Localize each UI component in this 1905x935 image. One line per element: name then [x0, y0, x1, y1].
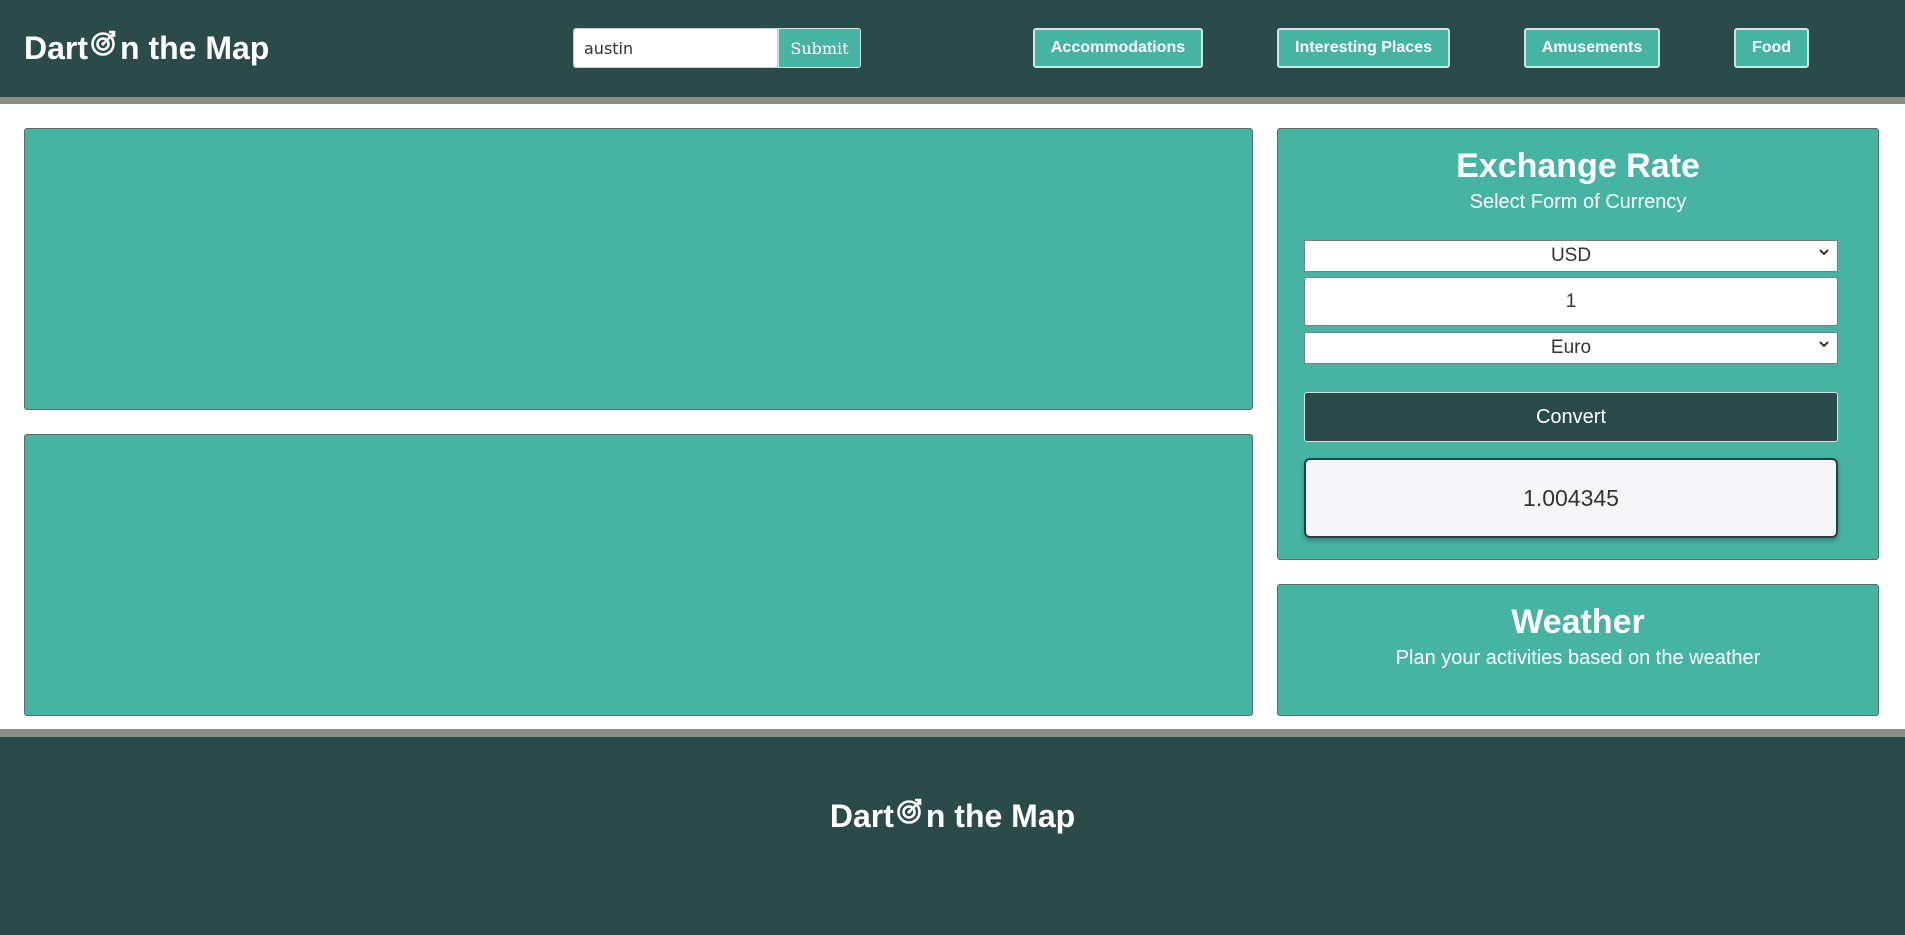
- weather-subtitle: Plan your activities based on the weathe…: [1395, 647, 1761, 669]
- food-button[interactable]: Food: [1734, 28, 1809, 68]
- submit-button[interactable]: Submit: [778, 28, 861, 68]
- from-currency-value: USD: [1550, 245, 1592, 266]
- accommodations-button[interactable]: Accommodations: [1033, 28, 1203, 68]
- city-search-input[interactable]: [573, 28, 778, 68]
- brand-prefix: Dart: [24, 30, 89, 66]
- interesting-places-button[interactable]: Interesting Places: [1277, 28, 1450, 68]
- weather-panel: Weather Plan your activities based on th…: [1277, 584, 1879, 716]
- results-panel-bottom: [24, 434, 1253, 716]
- brand-suffix: n the Map: [120, 30, 270, 66]
- brand-logo[interactable]: Dart n the Map: [24, 30, 269, 67]
- exchange-rate-title: Exchange Rate: [1456, 147, 1700, 185]
- conversion-result: 1.004345: [1304, 458, 1838, 538]
- weather-title: Weather: [1511, 603, 1645, 641]
- chevron-down-icon: [1819, 249, 1829, 256]
- exchange-rate-subtitle: Select Form of Currency: [1469, 191, 1687, 213]
- chevron-down-icon: [1819, 341, 1829, 348]
- amusements-button[interactable]: Amusements: [1524, 28, 1660, 68]
- header: Dart n the Map Submit Accommodations Int…: [0, 0, 1905, 97]
- from-currency-select[interactable]: USD: [1304, 240, 1838, 272]
- amount-input[interactable]: 1: [1304, 277, 1838, 326]
- footer-brand: Dart n the Map: [0, 798, 1905, 835]
- footer-divider: [0, 729, 1905, 737]
- to-currency-value: Euro: [1550, 337, 1592, 358]
- bullseye-arrow-icon: [91, 30, 116, 56]
- search-form: Submit: [573, 28, 861, 68]
- header-divider: [0, 97, 1905, 104]
- to-currency-select[interactable]: Euro: [1304, 332, 1838, 364]
- footer-brand-suffix: n the Map: [925, 798, 1076, 834]
- footer: Dart n the Map: [0, 737, 1905, 935]
- exchange-rate-panel: Exchange Rate Select Form of Currency US…: [1277, 128, 1879, 560]
- bullseye-arrow-icon: [897, 798, 922, 824]
- results-panel-top: [24, 128, 1253, 410]
- convert-button[interactable]: Convert: [1304, 392, 1838, 442]
- footer-brand-prefix: Dart: [829, 798, 894, 834]
